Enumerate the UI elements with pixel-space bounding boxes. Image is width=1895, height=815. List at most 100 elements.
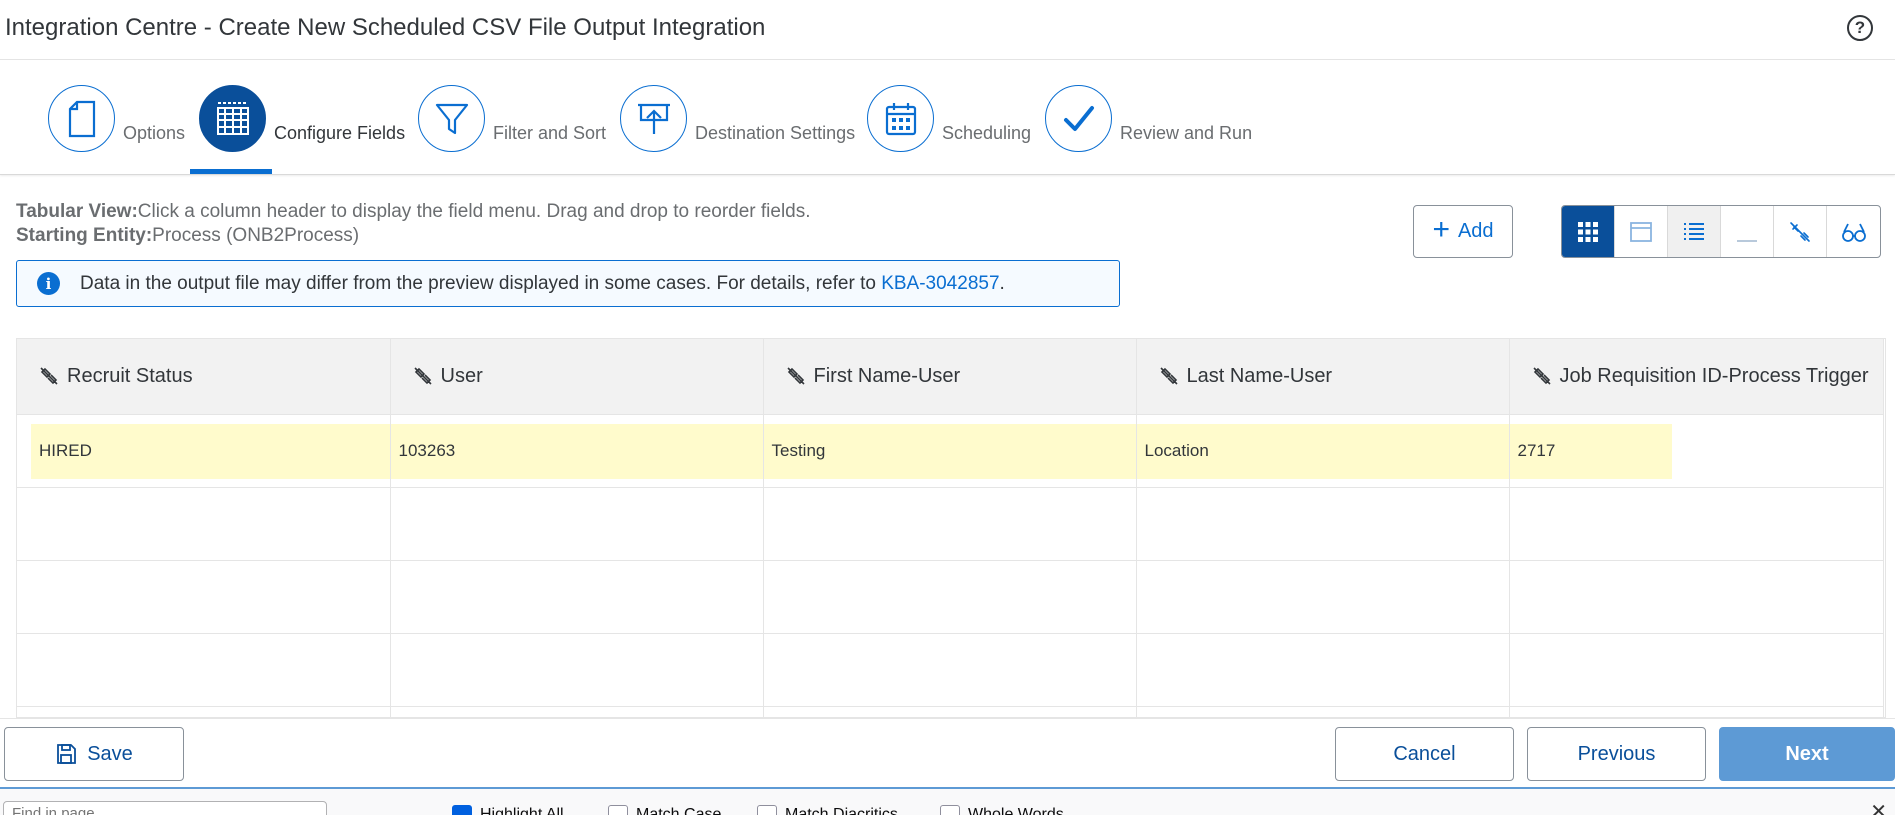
previous-button[interactable]: Previous	[1527, 727, 1706, 781]
browser-find-bar: Highlight All Match Case Match Diacritic…	[0, 787, 1895, 815]
list-view-button[interactable]	[1668, 206, 1721, 257]
checkmark-icon	[1045, 85, 1112, 152]
page-title: Integration Centre - Create New Schedule…	[5, 14, 766, 41]
save-button-label: Save	[87, 742, 133, 765]
column-header-label: Last Name-User	[1186, 364, 1333, 387]
list-view-icon	[1684, 222, 1704, 240]
column-header[interactable]: Last Name-User	[1136, 339, 1510, 415]
preview-icon	[1841, 223, 1866, 242]
match-diacritics-label: Match Diacritics	[785, 806, 898, 815]
view-toggle-group	[1561, 205, 1881, 258]
match-case-option[interactable]: Match Case	[608, 805, 721, 815]
window-view-button[interactable]	[1615, 206, 1668, 257]
step-label: Destination Settings	[695, 123, 856, 143]
step-label: Options	[123, 123, 186, 143]
cell-value: Location	[1136, 423, 1509, 479]
unlink-icon	[1532, 367, 1551, 385]
active-step-indicator	[190, 169, 272, 174]
table-cell: 2717	[1509, 414, 1884, 488]
unlink-icon	[786, 367, 805, 385]
empty-table-row	[17, 487, 1884, 561]
column-header[interactable]: First Name-User	[763, 339, 1137, 415]
table-cell: Location	[1136, 414, 1510, 488]
column-header-label: First Name-User	[813, 364, 961, 387]
highlight-all-label: Highlight All	[480, 806, 564, 815]
minimize-button[interactable]	[1721, 206, 1774, 257]
match-case-checkbox[interactable]	[608, 805, 628, 815]
find-input[interactable]	[3, 801, 327, 815]
starting-entity-label: Starting Entity:	[16, 225, 153, 246]
document-icon	[48, 85, 115, 152]
starting-entity: Starting Entity:Process (ONB2Process)	[16, 225, 359, 247]
add-field-button[interactable]: + Add	[1413, 205, 1513, 258]
table-header-row: Recruit Status User First Name-User Last…	[17, 339, 1884, 415]
add-button-label: Add	[1457, 220, 1494, 242]
close-icon[interactable]: ✕	[1870, 799, 1887, 815]
column-header[interactable]: User	[390, 339, 764, 415]
step-filter-and-sort[interactable]: Filter and Sort	[418, 85, 606, 175]
tabular-view-label: Tabular View:	[16, 201, 138, 222]
minimize-icon	[1737, 239, 1757, 242]
info-message-strip: i Data in the output file may differ fro…	[16, 260, 1120, 307]
empty-table-row	[17, 633, 1884, 707]
fields-table: Recruit Status User First Name-User Last…	[16, 338, 1886, 718]
table-grid-icon	[199, 85, 266, 152]
grid-view-icon	[1578, 221, 1598, 242]
cancel-button[interactable]: Cancel	[1335, 727, 1514, 781]
step-review-and-run[interactable]: Review and Run	[1045, 85, 1252, 175]
step-label: Configure Fields	[274, 123, 406, 143]
dialog-header: Integration Centre - Create New Schedule…	[0, 0, 1895, 60]
table-cell: HIRED	[17, 414, 391, 488]
save-icon	[57, 744, 77, 764]
step-label: Filter and Sort	[493, 123, 607, 143]
whole-words-label: Whole Words	[968, 806, 1064, 815]
match-case-label: Match Case	[636, 806, 722, 815]
table-cell: 103263	[390, 414, 764, 488]
save-button[interactable]: Save	[4, 727, 184, 781]
cell-value: 103263	[390, 423, 763, 479]
column-header-label: Job Requisition ID-Process Trigger	[1559, 364, 1869, 387]
whole-words-option[interactable]: Whole Words	[940, 805, 1064, 815]
preview-button[interactable]	[1827, 206, 1880, 257]
highlight-all-checkbox[interactable]	[452, 805, 472, 815]
column-header-label: User	[440, 364, 483, 387]
cell-value: HIRED	[31, 423, 390, 479]
table-cell: Testing	[763, 414, 1137, 488]
next-button-label: Next	[1785, 742, 1829, 765]
match-diacritics-option[interactable]: Match Diacritics	[757, 805, 898, 815]
empty-table-row	[17, 560, 1884, 634]
column-header[interactable]: Job Requisition ID-Process Trigger	[1509, 339, 1884, 415]
association-button[interactable]	[1774, 206, 1827, 257]
step-destination-settings[interactable]: Destination Settings	[620, 85, 855, 175]
table-row: HIRED 103263 Testing Location 2717	[17, 414, 1884, 488]
whole-words-checkbox[interactable]	[940, 805, 960, 815]
upload-icon	[620, 85, 687, 152]
tabular-view-hint: Tabular View:Click a column header to di…	[16, 201, 811, 223]
info-message-suffix: .	[999, 272, 1005, 294]
cell-value: 2717	[1509, 423, 1672, 479]
calendar-icon	[867, 85, 934, 152]
grid-view-button[interactable]	[1562, 206, 1615, 257]
plus-icon: +	[1432, 213, 1450, 246]
help-icon[interactable]: ?	[1847, 15, 1873, 41]
step-configure-fields[interactable]: Configure Fields	[199, 85, 405, 175]
step-label: Review and Run	[1120, 123, 1253, 143]
cell-value: Testing	[763, 423, 1136, 479]
next-button[interactable]: Next	[1719, 727, 1895, 781]
column-header-label: Recruit Status	[67, 364, 193, 387]
step-options[interactable]: Options	[48, 85, 185, 175]
highlight-all-option[interactable]: Highlight All	[452, 805, 564, 815]
window-view-icon	[1630, 221, 1652, 242]
empty-table-row	[17, 706, 1884, 717]
tabular-view-text: Click a column header to display the fie…	[137, 201, 811, 222]
match-diacritics-checkbox[interactable]	[757, 805, 777, 815]
info-message-prefix: Data in the output file may differ from …	[80, 272, 882, 294]
unlink-icon	[413, 367, 432, 385]
kba-link[interactable]: KBA-3042857	[881, 273, 999, 294]
wizard-stepper: Options Configure Fields Filter and Sort…	[0, 60, 1895, 175]
step-scheduling[interactable]: Scheduling	[867, 85, 1031, 175]
filter-icon	[418, 85, 485, 152]
link-icon	[1790, 221, 1810, 242]
column-header[interactable]: Recruit Status	[17, 339, 391, 415]
starting-entity-value: Process (ONB2Process)	[152, 225, 360, 246]
